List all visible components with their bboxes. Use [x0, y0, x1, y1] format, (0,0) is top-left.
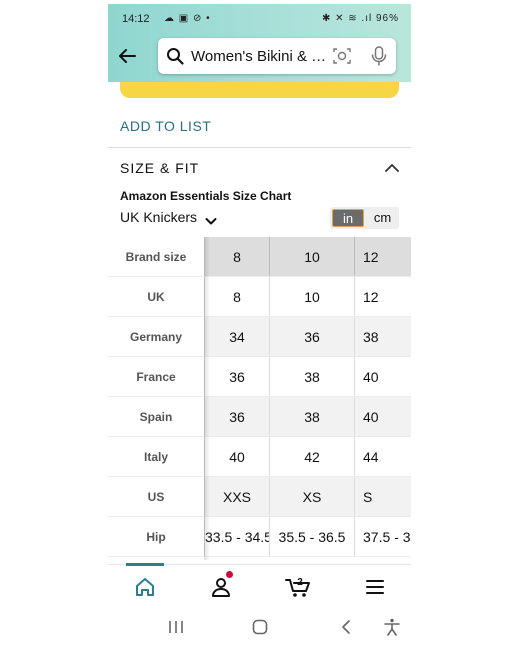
unit-toggle: in cm	[330, 207, 399, 229]
cart-count: 2	[297, 577, 303, 588]
table-cell: XXS	[204, 476, 270, 517]
bottom-nav-bar: 2	[108, 563, 411, 607]
table-cell: 10	[269, 276, 355, 317]
battery-level: 96%	[375, 13, 399, 24]
search-bar[interactable]: Women's Bikini & Brief Knickers	[158, 38, 396, 74]
table-cell: 44	[354, 436, 411, 477]
table-cell: 33.5 - 34.5	[204, 516, 270, 557]
table-row: Germany 34 36 38	[108, 316, 411, 357]
size-fit-heading[interactable]: SIZE & FIT	[120, 160, 199, 176]
size-region-dropdown[interactable]: UK Knickers	[120, 209, 217, 225]
table-row: US XXS XS S	[108, 476, 411, 517]
table-cell: 37.5 - 38.5	[354, 516, 411, 557]
row-label: US	[108, 476, 205, 517]
back-arrow-icon[interactable]	[116, 45, 138, 67]
table-row: Hip 33.5 - 34.5 35.5 - 36.5 37.5 - 38.5	[108, 516, 411, 557]
row-label: Hip	[108, 516, 205, 557]
add-to-list-link[interactable]: ADD TO LIST	[120, 118, 211, 134]
size-region-value: UK Knickers	[120, 209, 198, 225]
chevron-up-icon[interactable]	[384, 161, 400, 173]
table-cell: 12	[354, 237, 411, 277]
status-time: 14:12	[122, 13, 150, 25]
table-row: France 36 38 40	[108, 356, 411, 397]
table-cell: 38	[269, 356, 355, 397]
active-tab-indicator	[126, 563, 164, 566]
accessibility-icon[interactable]	[382, 618, 402, 636]
signal-icons: ✱ ✕ ≋ .ıl	[321, 13, 373, 24]
camera-search-icon[interactable]	[332, 46, 352, 66]
back-button-icon[interactable]	[336, 618, 356, 636]
app-header: 14:12 ☁ ▣ ⊘ • ✱ ✕ ≋ .ıl 96% Women's Biki…	[108, 4, 411, 82]
unit-centimeters-option[interactable]: cm	[368, 209, 397, 227]
table-cell: 40	[354, 396, 411, 437]
table-cell: 35.5 - 36.5	[269, 516, 355, 557]
table-cell: 40	[204, 436, 270, 477]
buy-button-edge[interactable]	[120, 82, 399, 98]
table-cell: 42	[269, 436, 355, 477]
phone-screen: 14:12 ☁ ▣ ⊘ • ✱ ✕ ≋ .ıl 96% Women's Biki…	[108, 4, 411, 647]
menu-icon[interactable]	[363, 575, 387, 599]
row-label: Brand size	[108, 237, 205, 277]
system-nav-bar	[108, 606, 411, 647]
row-label: Germany	[108, 316, 205, 357]
size-chart-table: Brand size 8 10 12 UK 8 10 12 Germany 34…	[108, 237, 411, 557]
row-label: UK	[108, 276, 205, 317]
recent-apps-icon[interactable]	[166, 618, 186, 636]
frozen-column-shadow	[204, 237, 210, 560]
table-cell: 10	[269, 237, 355, 277]
table-cell: 36	[204, 356, 270, 397]
table-cell: 40	[354, 356, 411, 397]
table-cell: XS	[269, 476, 355, 517]
table-row: Italy 40 42 44	[108, 436, 411, 477]
notification-icons: ☁ ▣ ⊘ •	[164, 13, 211, 24]
table-row: Spain 36 38 40	[108, 396, 411, 437]
unit-inches-option[interactable]: in	[332, 209, 364, 227]
home-button-icon[interactable]	[250, 618, 270, 636]
table-cell: 36	[269, 316, 355, 357]
section-divider	[108, 147, 411, 148]
table-cell: 38	[269, 396, 355, 437]
system-status-icons: ✱ ✕ ≋ .ıl 96%	[322, 13, 399, 24]
table-cell: 12	[354, 276, 411, 317]
table-row: UK 8 10 12	[108, 276, 411, 317]
row-label: France	[108, 356, 205, 397]
cart-icon[interactable]: 2	[285, 575, 313, 599]
table-cell: S	[354, 476, 411, 517]
account-icon[interactable]	[209, 575, 233, 599]
table-cell: 8	[204, 237, 270, 277]
table-cell: 38	[354, 316, 411, 357]
microphone-icon[interactable]	[370, 45, 388, 67]
chevron-down-icon	[205, 213, 217, 225]
size-chart-title: Amazon Essentials Size Chart	[120, 189, 292, 203]
row-label: Spain	[108, 396, 205, 437]
status-bar: 14:12 ☁ ▣ ⊘ • ✱ ✕ ≋ .ıl 96%	[108, 4, 411, 32]
home-icon[interactable]	[133, 575, 157, 599]
table-cell: 34	[204, 316, 270, 357]
search-icon	[166, 47, 184, 65]
row-label: Italy	[108, 436, 205, 477]
table-row: Brand size 8 10 12	[108, 237, 411, 277]
table-cell: 8	[204, 276, 270, 317]
search-query[interactable]: Women's Bikini & Brief Knickers	[191, 48, 331, 65]
table-cell: 36	[204, 396, 270, 437]
notification-dot	[226, 571, 233, 578]
